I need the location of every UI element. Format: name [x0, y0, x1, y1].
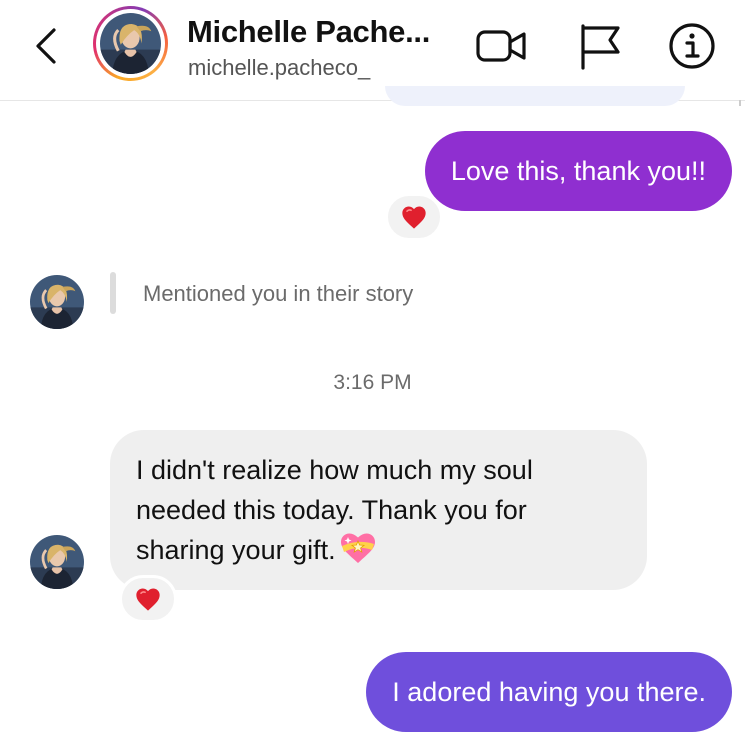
message-text: I didn't realize how much my soul needed… — [136, 455, 533, 565]
outgoing-message[interactable]: I adored having you there. — [366, 652, 732, 732]
scroll-indicator — [739, 100, 741, 106]
message-text: Love this, thank you!! — [450, 156, 706, 186]
contact-handle: michelle.pacheco_ — [188, 55, 371, 80]
message-timestamp: 3:16 PM — [333, 371, 412, 394]
contact-name[interactable]: Michelle Pache... — [187, 14, 430, 50]
sparkling-heart-icon — [338, 531, 378, 576]
info-icon[interactable] — [666, 20, 718, 72]
back-chevron-icon[interactable] — [28, 22, 68, 70]
message-text: I adored having you there. — [392, 677, 706, 707]
contact-avatar[interactable] — [93, 6, 168, 81]
flag-icon[interactable] — [574, 20, 626, 72]
video-call-icon[interactable] — [476, 20, 528, 72]
outgoing-message[interactable]: Love this, thank you!! — [424, 131, 732, 211]
story-mention-text[interactable]: Mentioned you in their story — [143, 281, 413, 307]
previous-message-edge — [385, 86, 685, 106]
incoming-message[interactable]: I didn't realize how much my soul needed… — [110, 430, 647, 590]
sender-avatar[interactable] — [30, 275, 84, 329]
heart-reaction-icon[interactable] — [119, 575, 177, 623]
story-reply-bar — [110, 272, 116, 314]
sender-avatar[interactable] — [30, 535, 84, 589]
heart-reaction-icon[interactable] — [385, 193, 443, 241]
